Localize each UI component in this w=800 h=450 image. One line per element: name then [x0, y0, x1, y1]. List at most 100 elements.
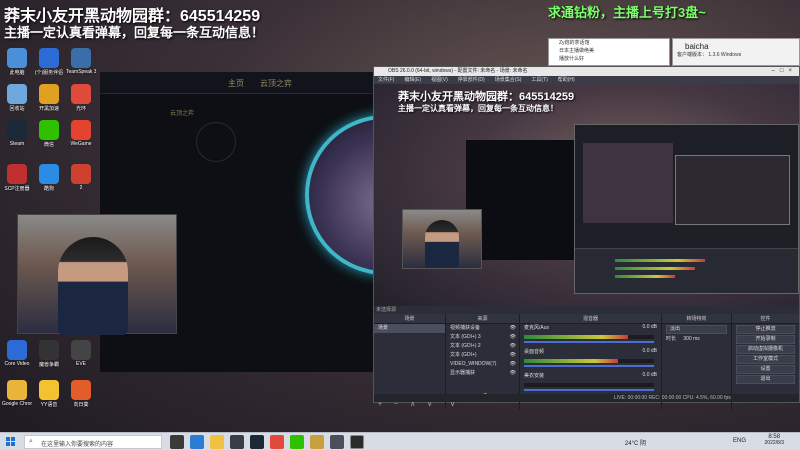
transition-duration[interactable]: 时长 300 ms	[662, 335, 731, 344]
obs-menu-item[interactable]: 帮助(H)	[558, 77, 575, 83]
app-icon	[71, 120, 91, 140]
wechat-icon[interactable]	[290, 435, 304, 449]
visibility-icon[interactable]: 👁	[510, 360, 516, 369]
input-language[interactable]: ENG	[733, 438, 746, 444]
desktop-icon[interactable]: YY语音	[34, 380, 64, 408]
volume-slider[interactable]	[524, 341, 654, 343]
volume-slider[interactable]	[524, 365, 654, 367]
source-item[interactable]: 视频捕获设备 👁	[446, 324, 519, 333]
mixer-channel-name: 美衣安装	[524, 373, 545, 379]
transition-select[interactable]: 淡出	[666, 325, 727, 334]
desktop-icon-label: 光环	[75, 106, 86, 112]
edge-icon[interactable]	[190, 435, 204, 449]
app-icon[interactable]	[330, 435, 344, 449]
obs-docks: 未选择源 场景 场景 + − ∧ ∨ 来源 视频捕获设备 👁 文本 (GDI+) …	[374, 306, 799, 410]
search-placeholder: 在这里输入你要搜索的内容	[41, 442, 114, 448]
user-client-version: 客户端版本： 1.3.6 Windows	[673, 51, 799, 59]
desktop-icon[interactable]: (个)服务伴侣	[34, 48, 64, 76]
source-item[interactable]: VIDEO_WINDOW(7) 👁	[446, 360, 519, 369]
lol-nav-tft[interactable]: 云顶之弈	[260, 78, 292, 89]
visibility-icon[interactable]: 👁	[510, 369, 516, 378]
search-icon: ⌕	[29, 438, 33, 445]
lol-icon[interactable]	[310, 435, 324, 449]
volume-meter	[524, 335, 654, 339]
desktop-icon[interactable]: 魔兽争霸	[34, 340, 64, 368]
app-icon	[7, 120, 27, 140]
source-item[interactable]: 文本 (GDI+) 👁	[446, 351, 519, 360]
taskbar-search[interactable]: ⌕ 在这里输入你要搜索的内容	[24, 435, 162, 449]
desktop-icon[interactable]: 微信	[34, 120, 64, 148]
desktop-icon[interactable]: Google Chrome	[2, 380, 32, 407]
source-item[interactable]: 文本 (GDI+) 2 👁	[446, 342, 519, 351]
chat-window[interactable]: Zy炮的茶话馆 日本主播做绝美 播放什么好	[548, 38, 670, 66]
windows-start-icon[interactable]	[6, 437, 16, 447]
desktop-icon-label: Google Chrome	[2, 401, 32, 407]
app-icon[interactable]	[230, 435, 244, 449]
obs-menu-item[interactable]: 场景集合(S)	[495, 77, 522, 83]
control-button[interactable]: 启动虚拟摄像机	[736, 345, 795, 354]
visibility-icon[interactable]: 👁	[510, 342, 516, 351]
obs-menu-item[interactable]: 停靠部件(D)	[458, 77, 485, 83]
chat-row[interactable]: 播放什么好	[549, 55, 669, 63]
user-window[interactable]: baicha 客户端版本： 1.3.6 Windows	[672, 38, 800, 66]
app-icon	[71, 380, 91, 400]
obs-menu-item[interactable]: 视图(V)	[431, 77, 448, 83]
desktop-icon-label: 魔兽争霸	[38, 362, 59, 368]
app-icon	[71, 84, 91, 104]
obs-menu-item[interactable]: 编辑(E)	[404, 77, 421, 83]
desktop-icon[interactable]: SCP注册器	[2, 164, 32, 192]
desktop-icon[interactable]: 光环	[66, 84, 96, 112]
steam-icon[interactable]	[250, 435, 264, 449]
control-button[interactable]: 退出	[736, 375, 795, 384]
scene-item[interactable]: 场景	[374, 324, 445, 333]
desktop-icon[interactable]: TeamSpeak 3	[66, 48, 96, 75]
file-explorer-icon[interactable]	[210, 435, 224, 449]
app-icon[interactable]	[270, 435, 284, 449]
obs-menu-bar: 文件(F) 编辑(E) 视图(V) 停靠部件(D) 场景集合(S) 工具(T) 帮助(H)	[374, 76, 799, 84]
desktop-icon-label: WeGame	[70, 141, 92, 147]
clock[interactable]: 8:58 2022/8/3	[765, 434, 784, 446]
mixer-channel-name: 麦克风/Aux	[524, 325, 550, 331]
obs-window[interactable]: OBS 26.0.0 (64-bit, windows) - 配置文件: 未命名…	[373, 66, 800, 410]
window-controls[interactable]: –□×	[772, 67, 797, 76]
control-button[interactable]: 停止推流	[736, 325, 795, 334]
lol-nav-home[interactable]: 主页	[228, 78, 244, 89]
desktop-icon[interactable]: EVE	[66, 340, 96, 367]
desktop-icon[interactable]: WeGame	[66, 120, 96, 147]
task-view-icon[interactable]	[170, 435, 184, 449]
visibility-icon[interactable]: 👁	[510, 351, 516, 360]
desktop-icon-label: (个)服务伴侣	[34, 70, 64, 76]
source-item[interactable]: 显示器捕获 👁	[446, 369, 519, 378]
control-button[interactable]: 开始录制	[736, 335, 795, 344]
desktop-icon[interactable]: 酷狗	[34, 164, 64, 192]
visibility-icon[interactable]: 👁	[510, 333, 516, 342]
visibility-icon[interactable]: 👁	[510, 324, 516, 333]
chat-row[interactable]: Zy炮的茶话馆	[549, 39, 669, 47]
desktop-icon[interactable]: 开黑加速	[34, 84, 64, 112]
volume-slider[interactable]	[524, 389, 654, 391]
desktop-icon[interactable]: Core Video	[2, 340, 32, 367]
obs-title: OBS 26.0.0 (64-bit, windows) - 配置文件: 未命名…	[388, 68, 528, 74]
obs-menu-item[interactable]: 工具(T)	[531, 77, 547, 83]
obs-icon[interactable]	[350, 435, 364, 449]
weather[interactable]: 24°C 阴	[625, 438, 646, 447]
obs-preview[interactable]: 莽末小友开黑动物园群：645514259 主播一定认真看弹幕，回复每一条互动信息…	[374, 84, 799, 312]
sources-header: 来源	[446, 314, 519, 324]
control-button[interactable]: 工作室模式	[736, 355, 795, 364]
scenes-header: 场景	[374, 314, 445, 324]
desktop-icon[interactable]: 向日葵	[66, 380, 96, 408]
duration-value[interactable]: 300 ms	[683, 336, 699, 342]
desktop-icon[interactable]: Steam	[2, 120, 32, 147]
desktop-icon[interactable]: 回收站	[2, 84, 32, 112]
mixer-channel-name: 桌面音频	[524, 349, 545, 355]
desktop-icon[interactable]: 2	[66, 164, 96, 191]
chat-row[interactable]: 日本主播做绝美	[549, 47, 669, 55]
control-button[interactable]: 设置	[736, 365, 795, 374]
app-icon	[71, 164, 91, 184]
desktop-icon-label: 回收站	[9, 106, 25, 112]
desktop-icon[interactable]: 此电脑	[2, 48, 32, 76]
lol-subnav[interactable]: 云顶之弈	[170, 108, 194, 117]
obs-menu-item[interactable]: 文件(F)	[378, 77, 394, 83]
source-item[interactable]: 文本 (GDI+) 3 👁	[446, 333, 519, 342]
desktop-icon-label: 2	[79, 185, 83, 191]
